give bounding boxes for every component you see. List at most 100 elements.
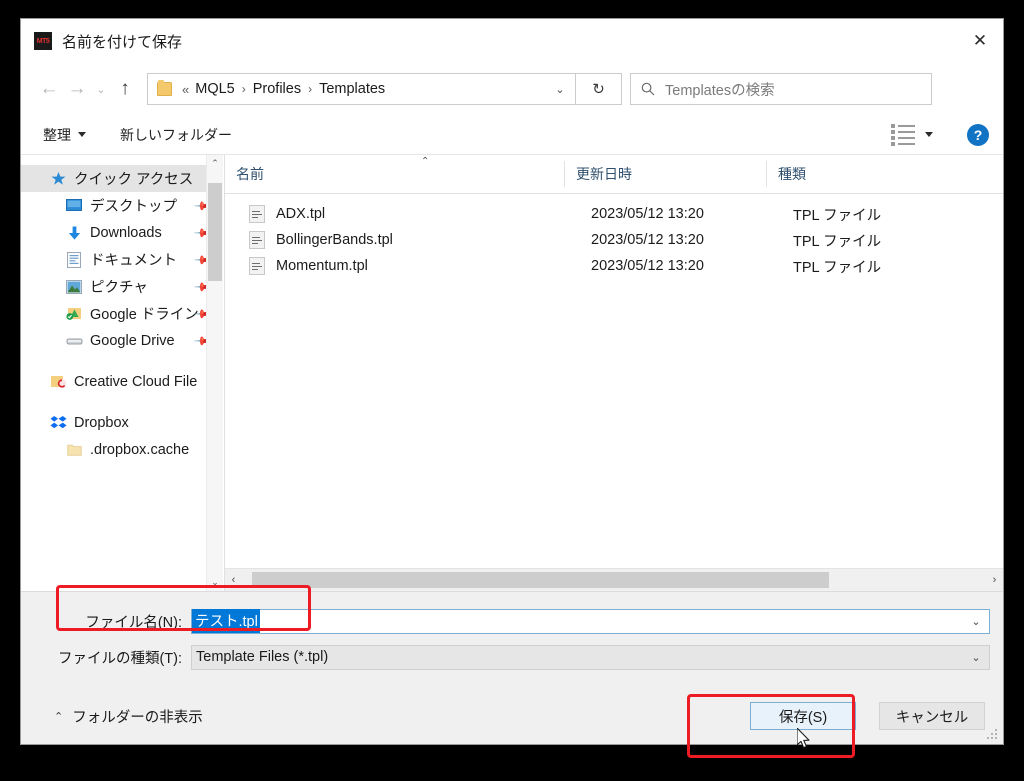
- chevron-up-icon: ⌃: [54, 710, 64, 723]
- sidebar-item-desktop[interactable]: デスクトップ 📌: [21, 192, 223, 219]
- folder-icon: [65, 441, 83, 459]
- tpl-file-icon: [249, 257, 265, 275]
- drive-disk-icon: [65, 332, 83, 350]
- up-one-level-icon[interactable]: ↑: [111, 74, 139, 104]
- search-input[interactable]: Templatesの検索: [665, 79, 775, 100]
- file-list-pane: 名前 更新日時 種類 ⌃ ADX.tpl 2023/05/12 13:20 TP…: [224, 155, 1003, 591]
- new-folder-label: 新しいフォルダー: [120, 126, 232, 143]
- breadcrumb-item-0[interactable]: MQL5: [193, 81, 237, 97]
- filename-value[interactable]: テスト.tpl: [192, 609, 260, 633]
- organize-button[interactable]: 整理: [43, 125, 86, 145]
- file-date: 2023/05/12 13:20: [591, 258, 704, 274]
- breadcrumb-separator-0[interactable]: ›: [237, 82, 251, 96]
- navigation-sidebar: クイック アクセス デスクトップ 📌 Downloads 📌 ドキュメント 📌 …: [21, 155, 224, 591]
- filename-input[interactable]: テスト.tpl ⌄: [191, 608, 990, 634]
- search-icon: [631, 82, 665, 96]
- file-type: TPL ファイル: [793, 207, 882, 224]
- recent-locations-icon[interactable]: ⌄: [91, 74, 111, 104]
- google-drive-sync-icon: [65, 305, 83, 323]
- scroll-right-icon[interactable]: ›: [986, 569, 1003, 591]
- sidebar-item-dropbox-cache[interactable]: .dropbox.cache: [21, 436, 223, 463]
- scrollbar-track[interactable]: [242, 572, 1003, 588]
- breadcrumb-separator-1[interactable]: ›: [303, 82, 317, 96]
- creative-cloud-icon: [49, 373, 67, 391]
- column-header-name[interactable]: 名前: [225, 161, 564, 187]
- new-folder-button[interactable]: 新しいフォルダー: [120, 125, 232, 145]
- horizontal-scrollbar[interactable]: ‹ ›: [225, 568, 1003, 591]
- dialog-footer: ファイル名(N): テスト.tpl ⌄ ファイルの種類(T): Template…: [21, 591, 1003, 744]
- cancel-button[interactable]: キャンセル: [879, 702, 985, 730]
- hide-folders-button[interactable]: ⌃ フォルダーの非表示: [54, 706, 203, 727]
- hide-folders-label: フォルダーの非表示: [72, 709, 203, 726]
- organize-label: 整理: [43, 126, 71, 143]
- forward-icon[interactable]: →: [63, 74, 91, 104]
- dialog-body: クイック アクセス デスクトップ 📌 Downloads 📌 ドキュメント 📌 …: [21, 155, 1003, 591]
- scroll-left-icon[interactable]: ‹: [225, 569, 242, 591]
- sidebar-item-documents[interactable]: ドキュメント 📌: [21, 246, 223, 273]
- search-box[interactable]: Templatesの検索: [630, 73, 932, 105]
- filename-label: ファイル名(N):: [85, 614, 182, 631]
- chevron-down-icon: [78, 132, 86, 137]
- save-button[interactable]: 保存(S): [750, 702, 856, 730]
- mt5-app-icon: MT5: [34, 32, 52, 50]
- sidebar-item-label: Google Drive: [90, 332, 175, 349]
- resize-grip[interactable]: [987, 729, 998, 740]
- file-rows: ADX.tpl 2023/05/12 13:20 TPL ファイル Bollin…: [225, 194, 1003, 568]
- file-date: 2023/05/12 13:20: [591, 206, 704, 222]
- desktop-icon: [65, 197, 83, 215]
- filetype-row: ファイルの種類(T): Template Files (*.tpl) ⌄: [21, 642, 1003, 672]
- back-icon[interactable]: ←: [35, 74, 63, 104]
- sidebar-item-label: Creative Cloud File: [74, 373, 198, 390]
- column-header-date[interactable]: 更新日時: [564, 161, 766, 187]
- help-icon[interactable]: ?: [967, 123, 989, 146]
- command-toolbar: 整理 新しいフォルダー ?: [21, 115, 1003, 155]
- sidebar-scrollbar[interactable]: ⌃ ⌄: [206, 155, 223, 591]
- table-row[interactable]: Momentum.tpl 2023/05/12 13:20 TPL ファイル: [225, 253, 1003, 279]
- sidebar-item-quick-access[interactable]: クイック アクセス: [21, 165, 223, 192]
- column-headers: 名前 更新日時 種類 ⌃: [225, 155, 1003, 194]
- chevron-down-icon[interactable]: ⌄: [963, 646, 989, 669]
- tpl-file-icon: [249, 231, 265, 249]
- scroll-down-icon[interactable]: ⌄: [207, 574, 223, 591]
- sidebar-item-google-drive[interactable]: Google Drive 📌: [21, 327, 223, 354]
- view-list-icon[interactable]: [891, 123, 915, 146]
- window-title: 名前を付けて保存: [62, 33, 183, 51]
- document-icon: [65, 251, 83, 269]
- sidebar-item-creative-cloud[interactable]: Creative Cloud File: [21, 368, 223, 395]
- sidebar-item-dropbox[interactable]: Dropbox: [21, 409, 223, 436]
- sidebar-item-label: Downloads: [90, 224, 162, 241]
- filetype-select[interactable]: Template Files (*.tpl) ⌄: [191, 644, 990, 670]
- button-row: ⌃ フォルダーの非表示 保存(S) キャンセル: [21, 699, 1003, 733]
- sidebar-list: クイック アクセス デスクトップ 📌 Downloads 📌 ドキュメント 📌 …: [21, 155, 223, 463]
- sidebar-item-downloads[interactable]: Downloads 📌: [21, 219, 223, 246]
- picture-icon: [65, 278, 83, 296]
- star-icon: [49, 170, 67, 188]
- breadcrumb-overflow[interactable]: «: [182, 82, 193, 97]
- address-bar[interactable]: « MQL5 › Profiles › Templates ⌄: [147, 73, 576, 105]
- chevron-down-icon[interactable]: ⌄: [544, 74, 575, 104]
- view-dropdown-icon[interactable]: [925, 132, 933, 137]
- filetype-label: ファイルの種類(T):: [57, 650, 182, 667]
- filetype-value: Template Files (*.tpl): [196, 649, 329, 665]
- close-icon[interactable]: ✕: [957, 19, 1003, 63]
- column-header-type[interactable]: 種類: [766, 161, 1003, 187]
- chevron-down-icon[interactable]: ⌄: [963, 610, 989, 633]
- breadcrumb[interactable]: « MQL5 › Profiles › Templates: [148, 74, 544, 104]
- sidebar-item-pictures[interactable]: ピクチャ 📌: [21, 273, 223, 300]
- sidebar-item-label: .dropbox.cache: [90, 441, 190, 458]
- download-icon: [65, 224, 83, 242]
- file-name: Momentum.tpl: [276, 258, 368, 274]
- table-row[interactable]: ADX.tpl 2023/05/12 13:20 TPL ファイル: [225, 201, 1003, 227]
- table-row[interactable]: BollingerBands.tpl 2023/05/12 13:20 TPL …: [225, 227, 1003, 253]
- scroll-up-icon[interactable]: ⌃: [207, 155, 223, 172]
- sidebar-item-google-drive-folder[interactable]: Google ドライン 📌: [21, 300, 223, 327]
- scrollbar-thumb[interactable]: [208, 183, 222, 281]
- scrollbar-thumb[interactable]: [252, 572, 829, 588]
- file-name: BollingerBands.tpl: [276, 232, 393, 248]
- breadcrumb-item-2[interactable]: Templates: [317, 81, 387, 97]
- folder-icon: [157, 80, 172, 96]
- breadcrumb-item-1[interactable]: Profiles: [251, 81, 303, 97]
- refresh-icon[interactable]: ↻: [576, 73, 622, 105]
- file-name: ADX.tpl: [276, 206, 326, 222]
